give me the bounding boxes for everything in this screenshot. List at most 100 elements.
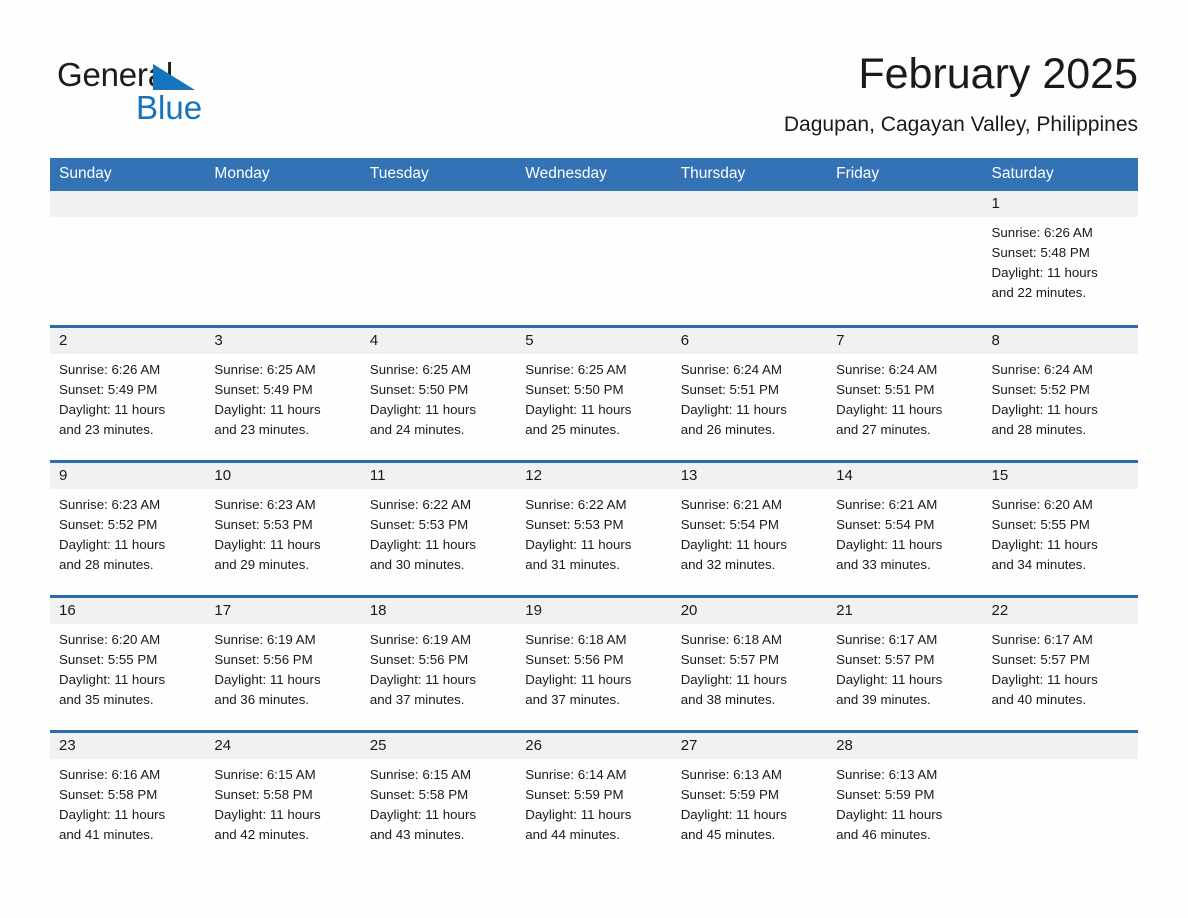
calendar-day-cell[interactable]: 7 Sunrise: 6:24 AM Sunset: 5:51 PM Daylight… bbox=[827, 324, 983, 461]
calendar-day-cell[interactable]: 28 Sunrise: 6:13 AM Sunset: 5:59 PM Dayligh… bbox=[827, 729, 983, 866]
calendar-day-cell[interactable]: 16 Sunrise: 6:20 AM Sunset: 5:55 PM Dayligh… bbox=[50, 594, 206, 731]
daylight-text-line2: and 26 minutes. bbox=[680, 421, 776, 437]
calendar-empty-cell bbox=[50, 191, 206, 326]
location-subtitle: Dagupan, Cagayan Valley, Philippines bbox=[783, 113, 1138, 136]
calendar-day-cell[interactable]: 5 Sunrise: 6:25 AM Sunset: 5:50 PM Daylight… bbox=[516, 324, 672, 461]
sunrise-text: Sunrise: 6:20 AM bbox=[59, 631, 161, 647]
sunset-text: Sunset: 5:56 PM bbox=[525, 651, 624, 667]
daylight-text-line2: and 34 minutes. bbox=[991, 556, 1087, 572]
day-number: 3 bbox=[205, 327, 361, 354]
sunrise-text: Sunrise: 6:15 AM bbox=[369, 766, 472, 782]
sunrise-text: Sunrise: 6:22 AM bbox=[369, 496, 472, 512]
day-details: Sunrise: 6:17 AM Sunset: 5:57 PM Daylight:… bbox=[983, 624, 1138, 710]
sunset-text: Sunset: 5:54 PM bbox=[680, 516, 779, 532]
calendar-day-cell[interactable]: 13 Sunrise: 6:21 AM Sunset: 5:54 PM Dayligh… bbox=[671, 459, 828, 596]
calendar-day-cell[interactable]: 25 Sunrise: 6:15 AM Sunset: 5:58 PM Dayligh… bbox=[360, 729, 517, 866]
day-details: Sunrise: 6:13 AM Sunset: 5:59 PM Daylight:… bbox=[672, 759, 827, 845]
day-number: 8 bbox=[982, 327, 1138, 354]
daylight-text-line1: Daylight: 11 hours bbox=[214, 401, 321, 417]
day-number bbox=[827, 191, 983, 217]
calendar-day-cell[interactable]: 2 Sunrise: 6:26 AM Sunset: 5:49 PM Daylight… bbox=[50, 324, 206, 461]
sunrise-text: Sunrise: 6:23 AM bbox=[214, 496, 316, 512]
sunset-text: Sunset: 5:49 PM bbox=[59, 381, 158, 397]
calendar-day-cell[interactable]: 12 Sunrise: 6:22 AM Sunset: 5:53 PM Dayligh… bbox=[516, 459, 672, 596]
calendar-day-cell[interactable]: 8 Sunrise: 6:24 AM Sunset: 5:52 PM Daylight… bbox=[982, 324, 1138, 461]
calendar-day-cell[interactable]: 6 Sunrise: 6:24 AM Sunset: 5:51 PM Daylight… bbox=[671, 324, 828, 461]
sunset-text: Sunset: 5:55 PM bbox=[991, 516, 1090, 532]
daylight-text-line1: Daylight: 11 hours bbox=[214, 536, 321, 552]
sunrise-text: Sunrise: 6:19 AM bbox=[214, 631, 316, 647]
day-number bbox=[360, 191, 517, 217]
calendar-day-cell[interactable]: 27 Sunrise: 6:13 AM Sunset: 5:59 PM Dayligh… bbox=[671, 729, 828, 866]
calendar-day-cell[interactable]: 23 Sunrise: 6:16 AM Sunset: 5:58 PM Dayligh… bbox=[50, 729, 206, 866]
sunset-text: Sunset: 5:53 PM bbox=[214, 516, 313, 532]
day-number: 26 bbox=[516, 732, 672, 759]
day-number: 25 bbox=[360, 732, 517, 759]
sunrise-text: Sunrise: 6:22 AM bbox=[525, 496, 627, 512]
calendar-day-cell[interactable]: 1 Sunrise: 6:26 AM Sunset: 5:48 PM Daylight… bbox=[982, 191, 1138, 326]
sunset-text: Sunset: 5:51 PM bbox=[836, 381, 935, 397]
sunset-text: Sunset: 5:48 PM bbox=[991, 245, 1090, 260]
sunrise-text: Sunrise: 6:21 AM bbox=[680, 496, 782, 512]
sunrise-text: Sunrise: 6:24 AM bbox=[991, 361, 1093, 377]
day-details: Sunrise: 6:18 AM Sunset: 5:57 PM Daylight:… bbox=[672, 624, 827, 710]
day-details: Sunrise: 6:21 AM Sunset: 5:54 PM Daylight:… bbox=[672, 489, 827, 575]
sunrise-text: Sunrise: 6:18 AM bbox=[680, 631, 782, 647]
sunrise-text: Sunrise: 6:20 AM bbox=[991, 496, 1093, 512]
calendar-day-cell[interactable]: 22 Sunrise: 6:17 AM Sunset: 5:57 PM Dayligh… bbox=[982, 594, 1138, 731]
daylight-text-line2: and 40 minutes. bbox=[991, 691, 1087, 707]
daylight-text-line2: and 32 minutes. bbox=[680, 556, 776, 572]
sunset-text: Sunset: 5:57 PM bbox=[836, 651, 935, 667]
calendar-day-cell[interactable]: 10 Sunrise: 6:23 AM Sunset: 5:53 PM Dayligh… bbox=[205, 459, 361, 596]
sunset-text: Sunset: 5:50 PM bbox=[369, 381, 469, 397]
sunrise-text: Sunrise: 6:16 AM bbox=[59, 766, 161, 782]
calendar-empty-cell bbox=[205, 191, 361, 326]
daylight-text-line1: Daylight: 11 hours bbox=[59, 401, 166, 417]
day-details: Sunrise: 6:23 AM Sunset: 5:52 PM Daylight:… bbox=[50, 489, 205, 575]
sunrise-text: Sunrise: 6:15 AM bbox=[214, 766, 316, 782]
calendar-day-cell[interactable]: 18 Sunrise: 6:19 AM Sunset: 5:56 PM Dayligh… bbox=[360, 594, 517, 731]
calendar-week-row: 1 Sunrise: 6:26 AM Sunset: 5:48 PM Daylight… bbox=[50, 191, 1138, 326]
day-number bbox=[516, 191, 672, 217]
daylight-text-line1: Daylight: 11 hours bbox=[369, 806, 477, 822]
day-number: 2 bbox=[50, 327, 206, 354]
daylight-text-line2: and 37 minutes. bbox=[525, 691, 620, 707]
sunset-text: Sunset: 5:53 PM bbox=[525, 516, 624, 532]
daylight-text-line1: Daylight: 11 hours bbox=[214, 806, 321, 822]
sunset-text: Sunset: 5:56 PM bbox=[369, 651, 469, 667]
daylight-text-line1: Daylight: 11 hours bbox=[680, 671, 787, 687]
daylight-text-line2: and 41 minutes. bbox=[59, 826, 154, 842]
calendar-day-cell[interactable]: 20 Sunrise: 6:18 AM Sunset: 5:57 PM Dayligh… bbox=[671, 594, 828, 731]
daylight-text-line2: and 29 minutes. bbox=[214, 556, 310, 572]
day-number: 16 bbox=[50, 597, 206, 624]
daylight-text-line2: and 33 minutes. bbox=[836, 556, 931, 572]
calendar-day-cell[interactable]: 24 Sunrise: 6:15 AM Sunset: 5:58 PM Dayligh… bbox=[205, 729, 361, 866]
calendar-week-row: 16 Sunrise: 6:20 AM Sunset: 5:55 PM Dayligh… bbox=[50, 594, 1138, 731]
calendar-week-row: 2 Sunrise: 6:26 AM Sunset: 5:49 PM Daylight… bbox=[50, 324, 1138, 461]
day-details: Sunrise: 6:19 AM Sunset: 5:56 PM Daylight:… bbox=[361, 624, 516, 710]
sunset-text: Sunset: 5:59 PM bbox=[680, 786, 779, 802]
calendar-day-cell[interactable]: 9 Sunrise: 6:23 AM Sunset: 5:52 PM Daylight… bbox=[50, 459, 206, 596]
calendar-day-cell[interactable]: 14 Sunrise: 6:21 AM Sunset: 5:54 PM Dayligh… bbox=[827, 459, 983, 596]
calendar-day-cell[interactable]: 17 Sunrise: 6:19 AM Sunset: 5:56 PM Dayligh… bbox=[205, 594, 361, 731]
calendar-day-cell[interactable]: 26 Sunrise: 6:14 AM Sunset: 5:59 PM Dayligh… bbox=[516, 729, 672, 866]
daylight-text-line2: and 39 minutes. bbox=[836, 691, 931, 707]
calendar-day-cell[interactable]: 15 Sunrise: 6:20 AM Sunset: 5:55 PM Dayligh… bbox=[982, 459, 1138, 596]
sunset-text: Sunset: 5:54 PM bbox=[836, 516, 935, 532]
day-number: 5 bbox=[516, 327, 672, 354]
calendar-day-cell[interactable]: 11 Sunrise: 6:22 AM Sunset: 5:53 PM Dayligh… bbox=[360, 459, 517, 596]
calendar-day-cell[interactable]: 19 Sunrise: 6:18 AM Sunset: 5:56 PM Dayligh… bbox=[516, 594, 672, 731]
calendar-day-cell[interactable]: 4 Sunrise: 6:25 AM Sunset: 5:50 PM Daylight… bbox=[360, 324, 517, 461]
day-number: 18 bbox=[360, 597, 517, 624]
day-number: 6 bbox=[671, 327, 828, 354]
daylight-text-line2: and 46 minutes. bbox=[836, 826, 931, 842]
calendar-empty-cell bbox=[827, 191, 983, 326]
calendar-day-cell[interactable]: 21 Sunrise: 6:17 AM Sunset: 5:57 PM Dayligh… bbox=[827, 594, 983, 731]
day-number: 11 bbox=[360, 462, 517, 489]
day-details: Sunrise: 6:15 AM Sunset: 5:58 PM Daylight:… bbox=[205, 759, 360, 845]
day-number: 1 bbox=[982, 191, 1138, 217]
day-number: 17 bbox=[205, 597, 361, 624]
calendar-day-cell[interactable]: 3 Sunrise: 6:25 AM Sunset: 5:49 PM Daylight… bbox=[205, 324, 361, 461]
day-details: Sunrise: 6:20 AM Sunset: 5:55 PM Daylight:… bbox=[983, 489, 1138, 575]
sunset-text: Sunset: 5:49 PM bbox=[214, 381, 313, 397]
